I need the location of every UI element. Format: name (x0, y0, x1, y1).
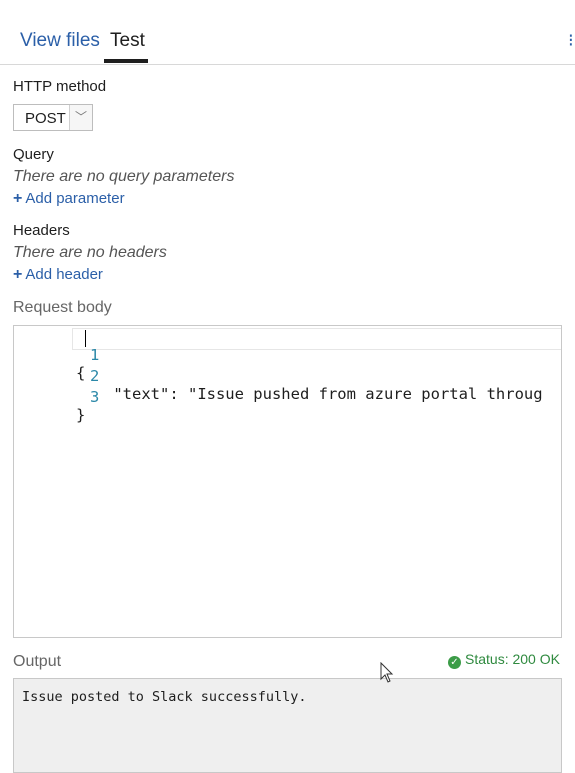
mouse-pointer-icon (380, 662, 394, 683)
add-parameter-link[interactable]: + Add parameter (13, 190, 125, 208)
headers-label: Headers (13, 222, 70, 239)
code-line: 1 { (14, 328, 99, 382)
text-caret (85, 330, 86, 347)
tab-test[interactable]: Test (110, 30, 145, 52)
code-text: "text": "Issue pushed from azure portal … (76, 385, 543, 403)
http-method-select[interactable]: POST ﹀ (13, 104, 93, 131)
query-empty-text: There are no query parameters (13, 168, 235, 185)
chevron-down-icon: ﹀ (75, 110, 88, 124)
plus-icon: + (13, 190, 23, 207)
check-circle-icon: ✓ (448, 656, 461, 669)
tab-view-files[interactable]: View files (20, 30, 100, 52)
code-text: } (76, 406, 86, 424)
plus-icon: + (13, 266, 23, 283)
status-badge: ✓ Status: 200 OK (448, 651, 560, 669)
line-number: 2 (89, 367, 100, 385)
code-line: 3 } (14, 370, 99, 424)
output-text: Issue posted to Slack successfully. (22, 689, 307, 705)
line-number: 3 (89, 388, 100, 406)
tab-bar: View files Test ⁝ (0, 0, 575, 65)
output-box[interactable]: Issue posted to Slack successfully. (13, 678, 562, 773)
request-body-editor[interactable]: 1 { 2 "text": "Issue pushed from azure p… (13, 325, 562, 638)
add-header-label: Add header (25, 266, 103, 283)
current-line-highlight (72, 328, 561, 350)
line-number: 1 (89, 346, 100, 364)
output-label: Output (13, 653, 62, 670)
add-header-link[interactable]: + Add header (13, 266, 103, 284)
query-label: Query (13, 146, 54, 163)
status-text: Status: 200 OK (465, 651, 560, 667)
code-line: 2 "text": "Issue pushed from azure porta… (14, 349, 543, 403)
http-method-value: POST (25, 110, 66, 127)
http-method-label: HTTP method (13, 78, 107, 95)
add-parameter-label: Add parameter (25, 190, 125, 207)
headers-empty-text: There are no headers (13, 244, 167, 261)
expand-icon[interactable]: ⁝ (568, 30, 574, 51)
dropdown-toggle[interactable]: ﹀ (69, 105, 92, 130)
active-tab-indicator (104, 59, 148, 63)
request-body-label: Request body (13, 299, 112, 316)
